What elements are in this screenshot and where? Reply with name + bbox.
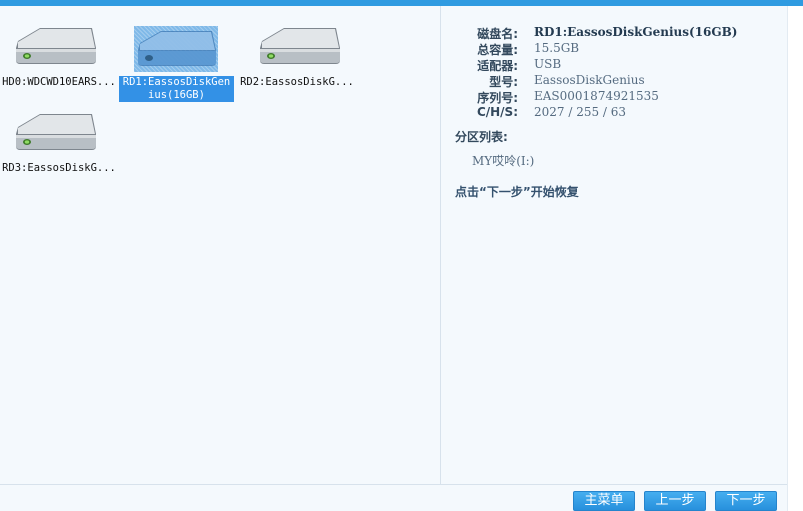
model-value: EassosDiskGenius: [534, 73, 645, 87]
info-row-model: 型号: EassosDiskGenius: [441, 73, 787, 89]
previous-step-button[interactable]: 上一步: [644, 491, 706, 511]
adapter-value: USB: [534, 57, 562, 71]
capacity-label: 总容量:: [477, 43, 518, 57]
disk-label: RD1:EassosDiskGenius(16GB): [119, 76, 234, 102]
model-label: 型号:: [489, 75, 518, 89]
disk-name-value: RD1:EassosDiskGenius(16GB): [534, 25, 738, 39]
disk-label: RD3:EassosDiskG...: [2, 162, 116, 174]
hard-drive-icon: [12, 24, 98, 70]
disk-item-rd3[interactable]: RD3:EassosDiskG...: [0, 110, 118, 174]
disk-item-rd2[interactable]: RD2:EassosDiskG...: [238, 24, 356, 88]
info-row-disk-name: 磁盘名: RD1:EassosDiskGenius(16GB): [441, 25, 787, 41]
disk-name-label: 磁盘名:: [477, 27, 518, 41]
bottom-button-bar: 主菜单 上一步 下一步: [0, 485, 787, 511]
info-row-chs: C/H/S: 2027 / 255 / 63: [441, 105, 787, 121]
info-row-serial: 序列号: EAS0001874921535: [441, 89, 787, 105]
chs-value: 2027 / 255 / 63: [534, 105, 627, 119]
hard-drive-icon: [256, 24, 342, 70]
partition-list-title: 分区列表:: [455, 130, 508, 144]
serial-value: EAS0001874921535: [534, 89, 659, 103]
main-menu-button[interactable]: 主菜单: [573, 491, 635, 511]
disk-info-panel: 磁盘名: RD1:EassosDiskGenius(16GB) 总容量: 15.…: [441, 6, 787, 484]
disk-item-hd0[interactable]: HD0:WDCWD10EARS...: [0, 24, 118, 88]
hard-drive-icon: [134, 26, 218, 72]
capacity-value: 15.5GB: [534, 41, 580, 55]
next-step-button[interactable]: 下一步: [715, 491, 777, 511]
disk-item-rd1[interactable]: RD1:EassosDiskGenius(16GB): [118, 24, 236, 104]
hard-drive-icon: [12, 110, 98, 156]
info-row-capacity: 总容量: 15.5GB: [441, 41, 787, 57]
partition-item[interactable]: MY哎呤(I:): [472, 152, 534, 169]
info-row-adapter: 适配器: USB: [441, 57, 787, 73]
disk-list-panel: HD0:WDCWD10EARS... RD1:EassosDiskGenius(…: [0, 6, 440, 484]
chs-label: C/H/S:: [476, 105, 518, 119]
serial-label: 序列号:: [477, 91, 518, 105]
right-edge-strip: [787, 6, 803, 511]
disk-label: HD0:WDCWD10EARS...: [2, 76, 116, 88]
adapter-label: 适配器:: [477, 59, 518, 73]
disk-label: RD2:EassosDiskG...: [240, 76, 354, 88]
next-step-hint: 点击“下一步”开始恢复: [455, 185, 579, 199]
